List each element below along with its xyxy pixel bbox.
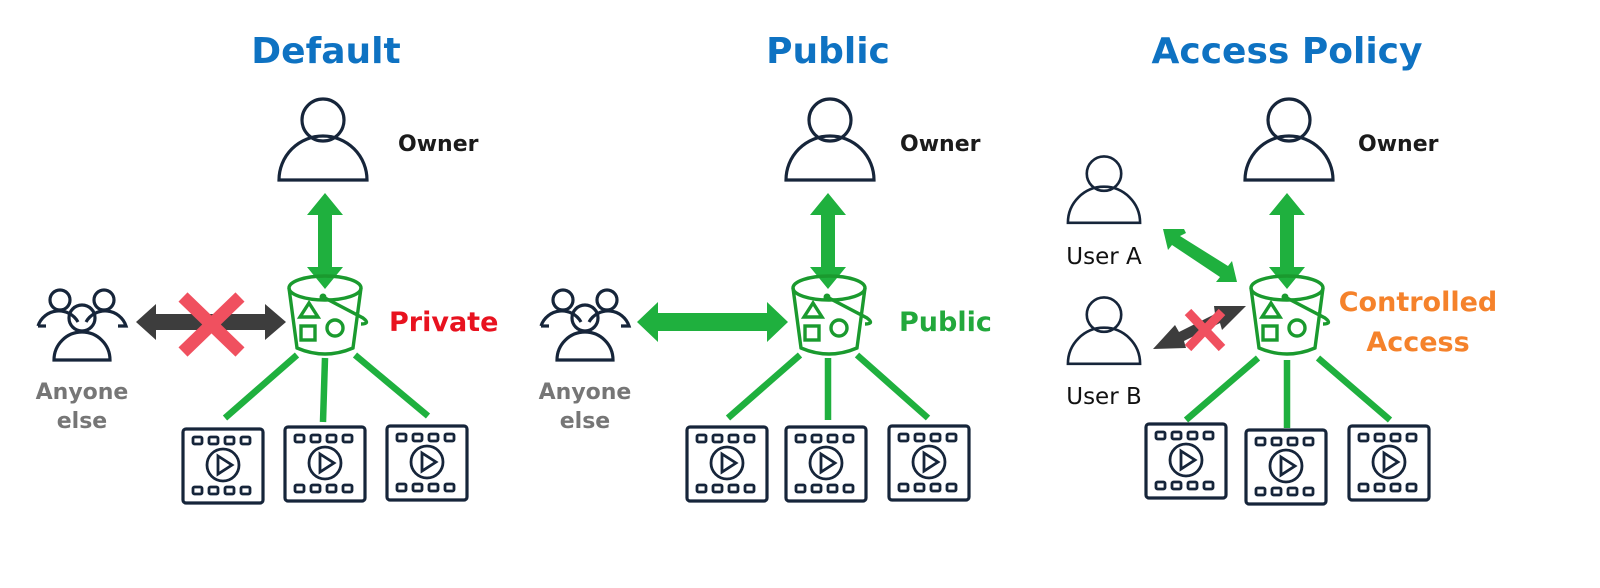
panel-default: Default Owner Private Anyone else (36, 31, 498, 505)
status-label-public: Public (899, 307, 992, 338)
user-a-allowed-arrow (1163, 229, 1237, 282)
object-links (222, 352, 431, 423)
anyone-else-group-icon (36, 288, 128, 362)
anyone-else-label: Anyone (539, 380, 632, 405)
s3-bucket-icon (791, 274, 873, 356)
video-file-icon (1347, 424, 1431, 502)
video-file-icon (1244, 428, 1328, 506)
panel-title: Access Policy (1152, 31, 1423, 72)
user-a-icon (1066, 155, 1142, 225)
user-b-icon (1066, 296, 1142, 366)
video-file-icon (181, 427, 265, 505)
video-file-icon (283, 425, 367, 503)
video-file-icon (784, 425, 868, 503)
object-links (1183, 355, 1393, 428)
panel-access-policy: Access Policy Owner Controlled Access Us… (1066, 31, 1498, 506)
object-links (725, 352, 931, 421)
anyone-else-label-line2: else (560, 409, 610, 434)
panel-title: Default (251, 31, 400, 72)
allowed-access-arrow (637, 302, 788, 342)
user-a-label: User A (1066, 244, 1142, 270)
owner-user-icon (1243, 97, 1335, 182)
panel-public: Public Owner Public Anyone else (539, 31, 992, 503)
panel-title: Public (766, 31, 890, 72)
video-file-icon (887, 424, 971, 502)
status-label-private: Private (389, 307, 498, 338)
owner-label: Owner (1358, 132, 1439, 157)
s3-bucket-icon (287, 274, 369, 356)
owner-user-icon (277, 97, 369, 182)
owner-user-icon (784, 97, 876, 182)
anyone-else-group-icon (539, 288, 631, 362)
anyone-else-label-line2: else (57, 409, 107, 434)
owner-label: Owner (900, 132, 981, 157)
video-file-icon (1144, 422, 1228, 500)
user-b-label: User B (1066, 384, 1142, 410)
status-label-access: Access (1366, 327, 1469, 358)
video-file-icon (385, 424, 469, 502)
video-file-icon (685, 425, 769, 503)
s3-access-diagram: Default Owner Private Anyone else Public… (36, 31, 1498, 506)
s3-bucket-icon (1249, 274, 1331, 356)
anyone-else-label: Anyone (36, 380, 129, 405)
owner-label: Owner (398, 132, 479, 157)
status-label-controlled: Controlled (1339, 287, 1498, 318)
